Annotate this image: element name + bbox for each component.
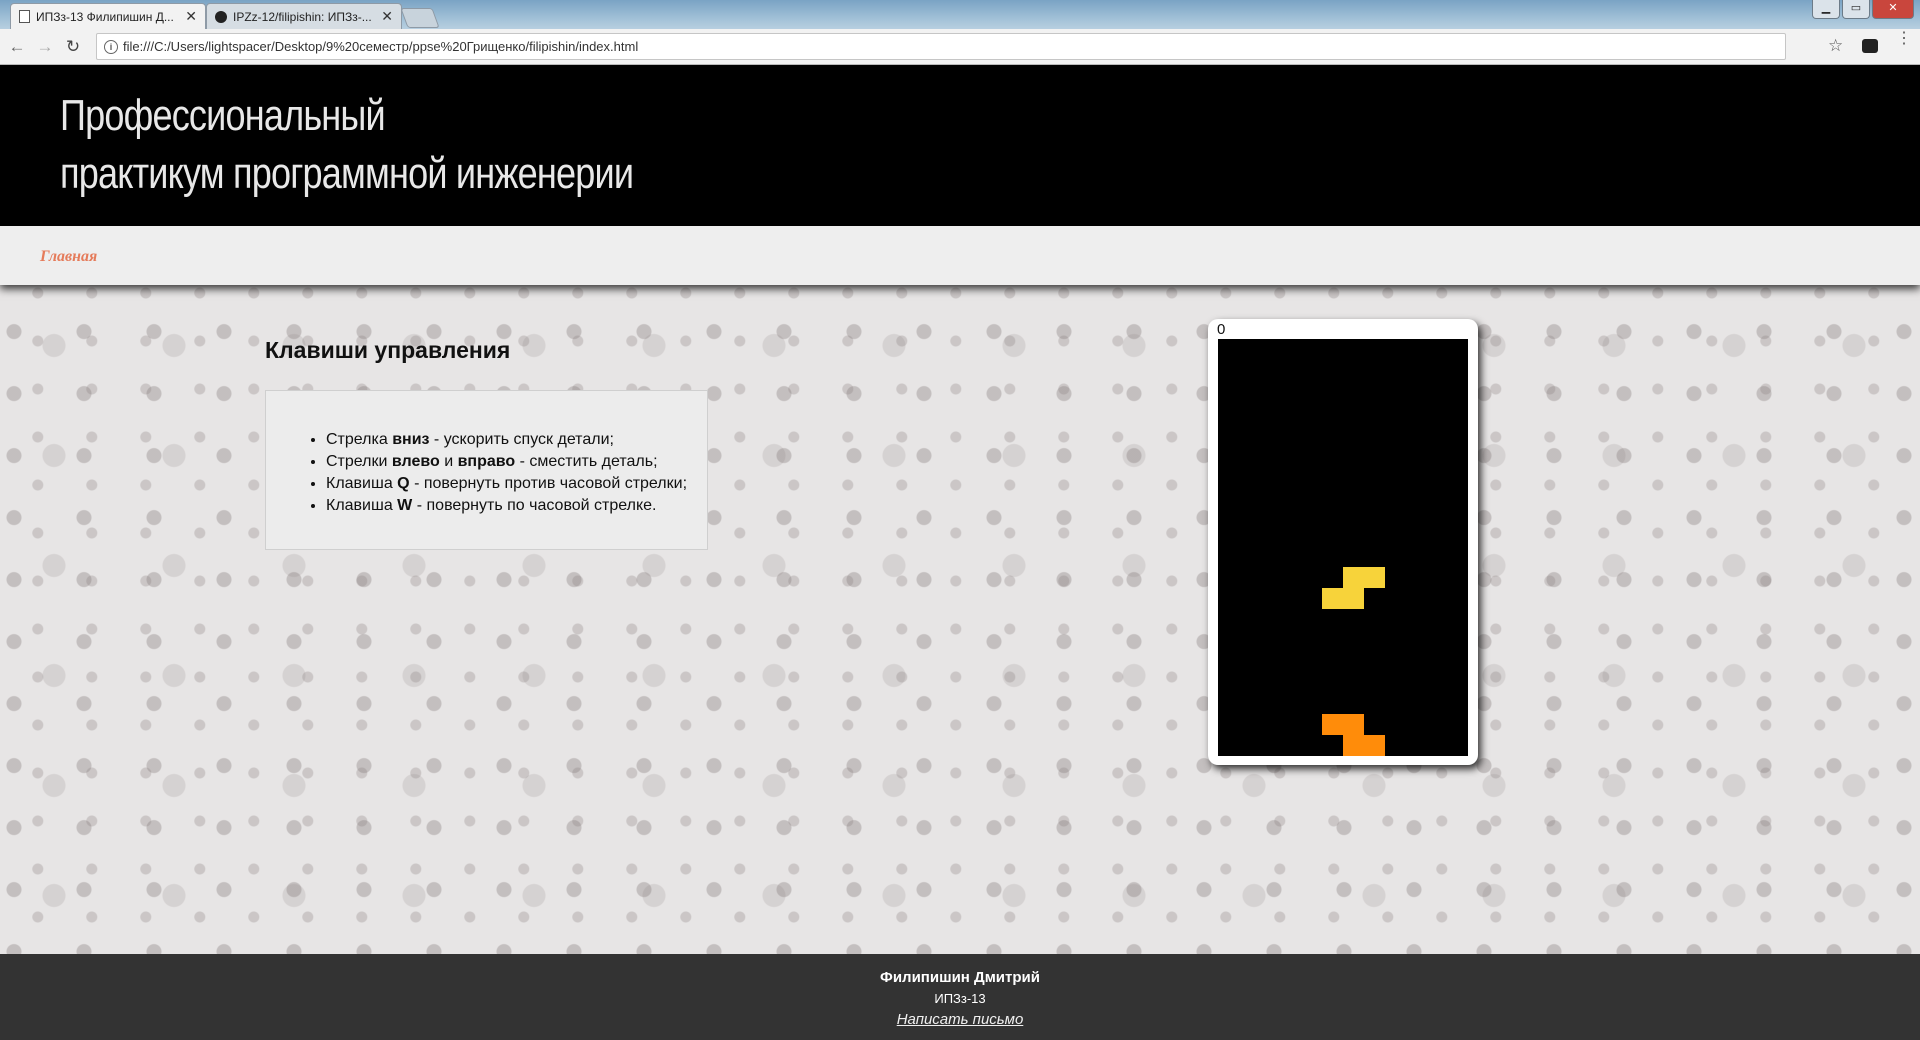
site-navbar: Главная — [0, 226, 1920, 285]
falling-piece-block — [1343, 588, 1364, 609]
new-tab-button[interactable] — [400, 8, 440, 28]
browser-toolbar: ← → ↻ i file:///C:/Users/lightspacer/Des… — [0, 29, 1920, 65]
tetris-card: 0 — [1208, 319, 1478, 765]
controls-list: Стрелка вниз - ускорить спуск детали; Ст… — [326, 429, 687, 517]
maximize-button[interactable]: ▭ — [1842, 0, 1870, 19]
landed-piece-block — [1364, 735, 1385, 756]
page-body: Профессиональный практикум программной и… — [0, 65, 1920, 1040]
footer-group: ИПЗз-13 — [934, 991, 986, 1006]
landed-piece-block — [1343, 714, 1364, 735]
list-item: Клавиша Q - повернуть против часовой стр… — [326, 473, 687, 495]
score-display: 0 — [1217, 321, 1226, 338]
tetris-board[interactable] — [1218, 339, 1468, 756]
menu-icon[interactable]: ⋮ — [1896, 31, 1912, 47]
close-window-button[interactable]: ✕ — [1872, 0, 1914, 19]
landed-piece-block — [1343, 735, 1364, 756]
site-title-line1: Профессиональный — [60, 91, 386, 140]
extension-icon[interactable] — [1862, 39, 1878, 53]
site-title: Профессиональный практикум программной и… — [60, 87, 634, 203]
tab-close-icon[interactable]: ✕ — [381, 8, 393, 25]
window-controls: ▁ ▭ ✕ — [1812, 0, 1914, 19]
site-header: Профессиональный практикум программной и… — [0, 65, 1920, 226]
list-item: Клавиша W - повернуть по часовой стрелке… — [326, 495, 687, 517]
browser-titlebar: ИПЗз-13 Филипишин Д... ✕ IPZz-12/filipis… — [0, 0, 1920, 29]
tab-title: ИПЗз-13 Филипишин Д... — [36, 9, 174, 24]
bookmark-star-icon[interactable]: ☆ — [1828, 36, 1843, 56]
falling-piece-block — [1364, 567, 1385, 588]
address-bar[interactable]: i file:///C:/Users/lightspacer/Desktop/9… — [96, 33, 1786, 60]
falling-piece-block — [1343, 567, 1364, 588]
tab-title: IPZz-12/filipishin: ИПЗз-... — [233, 9, 372, 24]
github-icon — [215, 10, 227, 23]
forward-icon[interactable]: → — [34, 36, 56, 58]
minimize-button[interactable]: ▁ — [1812, 0, 1840, 19]
falling-piece-block — [1322, 588, 1343, 609]
footer-author-name: Филипишин Дмитрий — [880, 969, 1040, 986]
site-footer: Филипишин Дмитрий ИПЗз-13 Написать письм… — [0, 954, 1920, 1040]
reload-icon[interactable]: ↻ — [62, 36, 84, 58]
tab-github[interactable]: IPZz-12/filipishin: ИПЗз-... ✕ — [206, 3, 402, 29]
site-title-line2: практикум программной инженерии — [60, 149, 634, 198]
controls-heading: Клавиши управления — [265, 337, 511, 363]
nav-home-link[interactable]: Главная — [40, 248, 97, 266]
mail-link[interactable]: Написать письмо — [0, 1011, 1920, 1028]
list-item: Стрелка вниз - ускорить спуск детали; — [326, 429, 687, 451]
back-icon[interactable]: ← — [6, 36, 28, 58]
controls-box: Стрелка вниз - ускорить спуск детали; Ст… — [265, 390, 708, 550]
landed-piece-block — [1322, 714, 1343, 735]
list-item: Стрелки влево и вправо - сместить деталь… — [326, 451, 687, 473]
address-text: file:///C:/Users/lightspacer/Desktop/9%2… — [123, 39, 639, 54]
page-icon — [19, 10, 30, 23]
tab-close-icon[interactable]: ✕ — [185, 8, 197, 25]
info-icon[interactable]: i — [104, 40, 118, 54]
tab-active[interactable]: ИПЗз-13 Филипишин Д... ✕ — [10, 3, 206, 29]
